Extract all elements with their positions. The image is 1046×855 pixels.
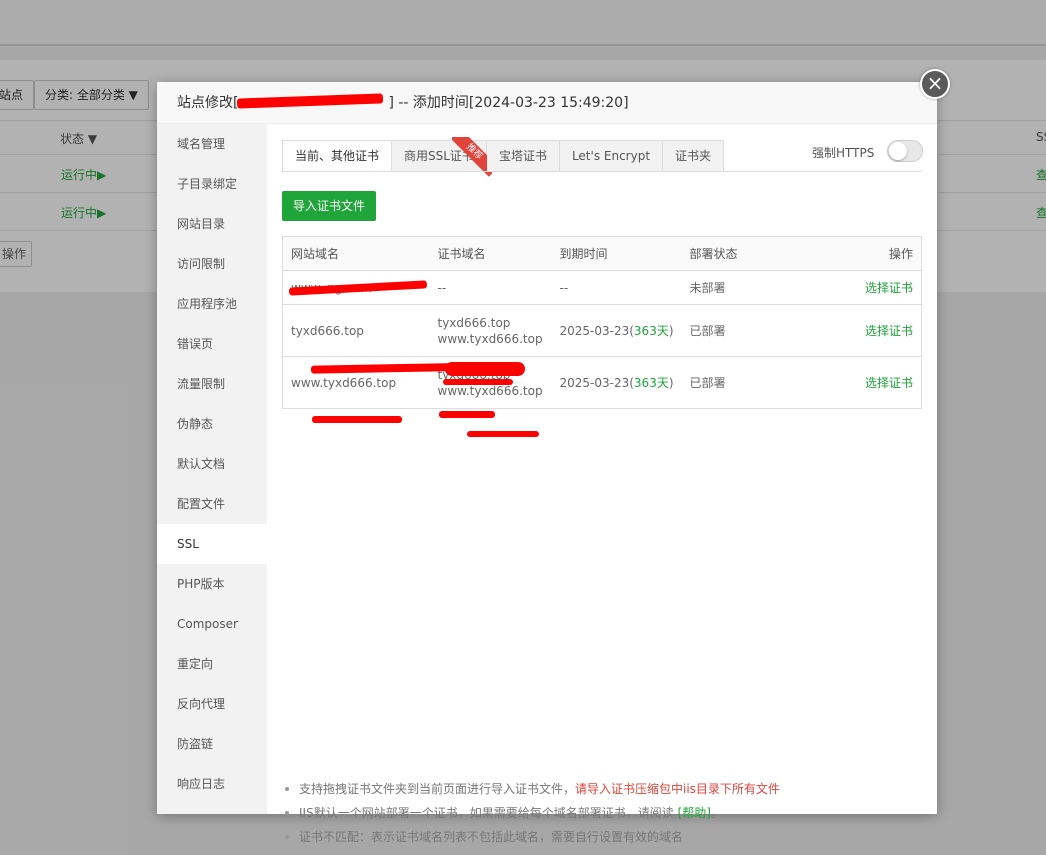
- col-expire: 到期时间: [551, 236, 682, 271]
- status-cell: 未部署: [681, 270, 782, 305]
- tab-bt-cert[interactable]: 宝塔证书: [486, 140, 560, 172]
- redaction-mark: [312, 416, 402, 423]
- cert-domain-line: tyxd666.top: [437, 315, 511, 330]
- close-icon[interactable]: ×: [920, 69, 950, 99]
- sidebar-item-reverse-proxy[interactable]: 反向代理: [157, 684, 267, 724]
- redaction-mark: [467, 431, 539, 437]
- redaction-mark: [443, 379, 513, 385]
- col-cert-domain: 证书域名: [429, 236, 552, 271]
- note-warning: 请导入证书压缩包中iis目录下所有文件: [575, 782, 780, 796]
- days-left: 363天: [633, 324, 669, 338]
- note-item: IIS默认一个网站部署一个证书，如果需要给每个域名部署证书，请阅读 [帮助]。: [282, 801, 922, 825]
- table-row: tyxd666.top tyxd666.top www.tyxd666.top …: [282, 304, 922, 357]
- days-left: 363天: [633, 376, 669, 390]
- col-deploy-status: 部署状态: [681, 236, 782, 271]
- sidebar-item-error-page[interactable]: 错误页: [157, 324, 267, 364]
- expire-date: 2025-03-23(: [559, 376, 634, 390]
- sidebar-item-default-doc[interactable]: 默认文档: [157, 444, 267, 484]
- tab-current-cert[interactable]: 当前、其他证书: [282, 140, 393, 172]
- sidebar-item-access-limit[interactable]: 访问限制: [157, 244, 267, 284]
- ssl-notes: 支持拖拽证书文件夹到当前页面进行导入证书文件，请导入证书压缩包中iis目录下所有…: [282, 777, 922, 849]
- ssl-tabs: 当前、其他证书 商用SSL证书 推荐 宝塔证书 Let's Encrypt 证书…: [282, 137, 725, 177]
- site-domain-cell: tyxd666.top: [282, 304, 430, 357]
- col-actions: 操作: [781, 236, 922, 271]
- status-cell: 已部署: [681, 356, 782, 409]
- status-cell: 已部署: [681, 304, 782, 357]
- force-https-toggle[interactable]: [887, 140, 923, 162]
- sidebar-item-site-dir[interactable]: 网站目录: [157, 204, 267, 244]
- sidebar-item-domain[interactable]: 域名管理: [157, 124, 267, 164]
- col-site-domain: 网站域名: [282, 236, 430, 271]
- sidebar-item-rewrite[interactable]: 伪静态: [157, 404, 267, 444]
- sidebar-item-composer[interactable]: Composer: [157, 604, 267, 644]
- cert-domain-line: www.tyxd666.top: [437, 331, 543, 346]
- sidebar-item-redirect[interactable]: 重定向: [157, 644, 267, 684]
- note-text: 。: [710, 806, 723, 820]
- note-item: 支持拖拽证书文件夹到当前页面进行导入证书文件，请导入证书压缩包中iis目录下所有…: [282, 777, 922, 801]
- select-cert-link[interactable]: 选择证书: [865, 324, 913, 338]
- cert-domain-cell: tyxd666.top www.tyxd666.top: [429, 304, 552, 357]
- select-cert-link[interactable]: 选择证书: [865, 376, 913, 390]
- tab-commercial-ssl[interactable]: 商用SSL证书 推荐: [392, 137, 492, 177]
- sidebar-item-subdir[interactable]: 子目录绑定: [157, 164, 267, 204]
- ssl-content: 当前、其他证书 商用SSL证书 推荐 宝塔证书 Let's Encrypt 证书…: [267, 124, 937, 844]
- site-edit-modal: 站点修改[ ] -- 添加时间[2024-03-23 15:49:20] 域名管理…: [157, 82, 937, 844]
- modal-title-suffix: ] -- 添加时间[2024-03-23 15:49:20]: [388, 95, 629, 111]
- expire-date: 2025-03-23(: [559, 324, 634, 338]
- cert-domain-cell: --: [429, 270, 552, 305]
- sidebar-item-php-version[interactable]: PHP版本: [157, 564, 267, 604]
- redaction-mark: [439, 411, 495, 418]
- sidebar-item-traffic-limit[interactable]: 流量限制: [157, 364, 267, 404]
- tab-lets-encrypt[interactable]: Let's Encrypt: [559, 140, 664, 172]
- modal-title-prefix: 站点修改[: [177, 95, 239, 111]
- expire-cell: --: [551, 270, 682, 305]
- modal-sidebar: 域名管理 子目录绑定 网站目录 访问限制 应用程序池 错误页 流量限制 伪静态 …: [157, 124, 267, 814]
- import-cert-button[interactable]: 导入证书文件: [282, 191, 377, 221]
- expire-cell: 2025-03-23(363天): [551, 304, 682, 357]
- select-cert-link[interactable]: 选择证书: [865, 281, 913, 295]
- note-text: 支持拖拽证书文件夹到当前页面进行导入证书文件，: [299, 782, 576, 796]
- sidebar-item-ssl[interactable]: SSL: [157, 524, 267, 564]
- expire-cell: 2025-03-23(363天): [551, 356, 682, 409]
- table-header-row: 网站域名 证书域名 到期时间 部署状态 操作: [282, 236, 922, 271]
- note-item: 证书不匹配：表示证书域名列表不包括此域名，需要自行设置有效的域名: [282, 825, 922, 849]
- redaction-mark: [445, 362, 525, 376]
- tabs-underline: [282, 171, 922, 172]
- toggle-knob: [889, 142, 907, 160]
- help-link[interactable]: [帮助]: [678, 806, 711, 820]
- cert-table: 网站域名 证书域名 到期时间 部署状态 操作 www. ng.com -- --…: [282, 236, 922, 409]
- force-https-label: 强制HTTPS: [812, 146, 875, 160]
- note-text: IIS默认一个网站部署一个证书，如果需要给每个域名部署证书，请阅读: [299, 806, 678, 820]
- sidebar-item-hotlink[interactable]: 防盗链: [157, 724, 267, 764]
- sidebar-item-app-pool[interactable]: 应用程序池: [157, 284, 267, 324]
- sidebar-item-log[interactable]: 响应日志: [157, 764, 267, 804]
- sidebar-item-config[interactable]: 配置文件: [157, 484, 267, 524]
- tab-cert-folder[interactable]: 证书夹: [663, 140, 725, 172]
